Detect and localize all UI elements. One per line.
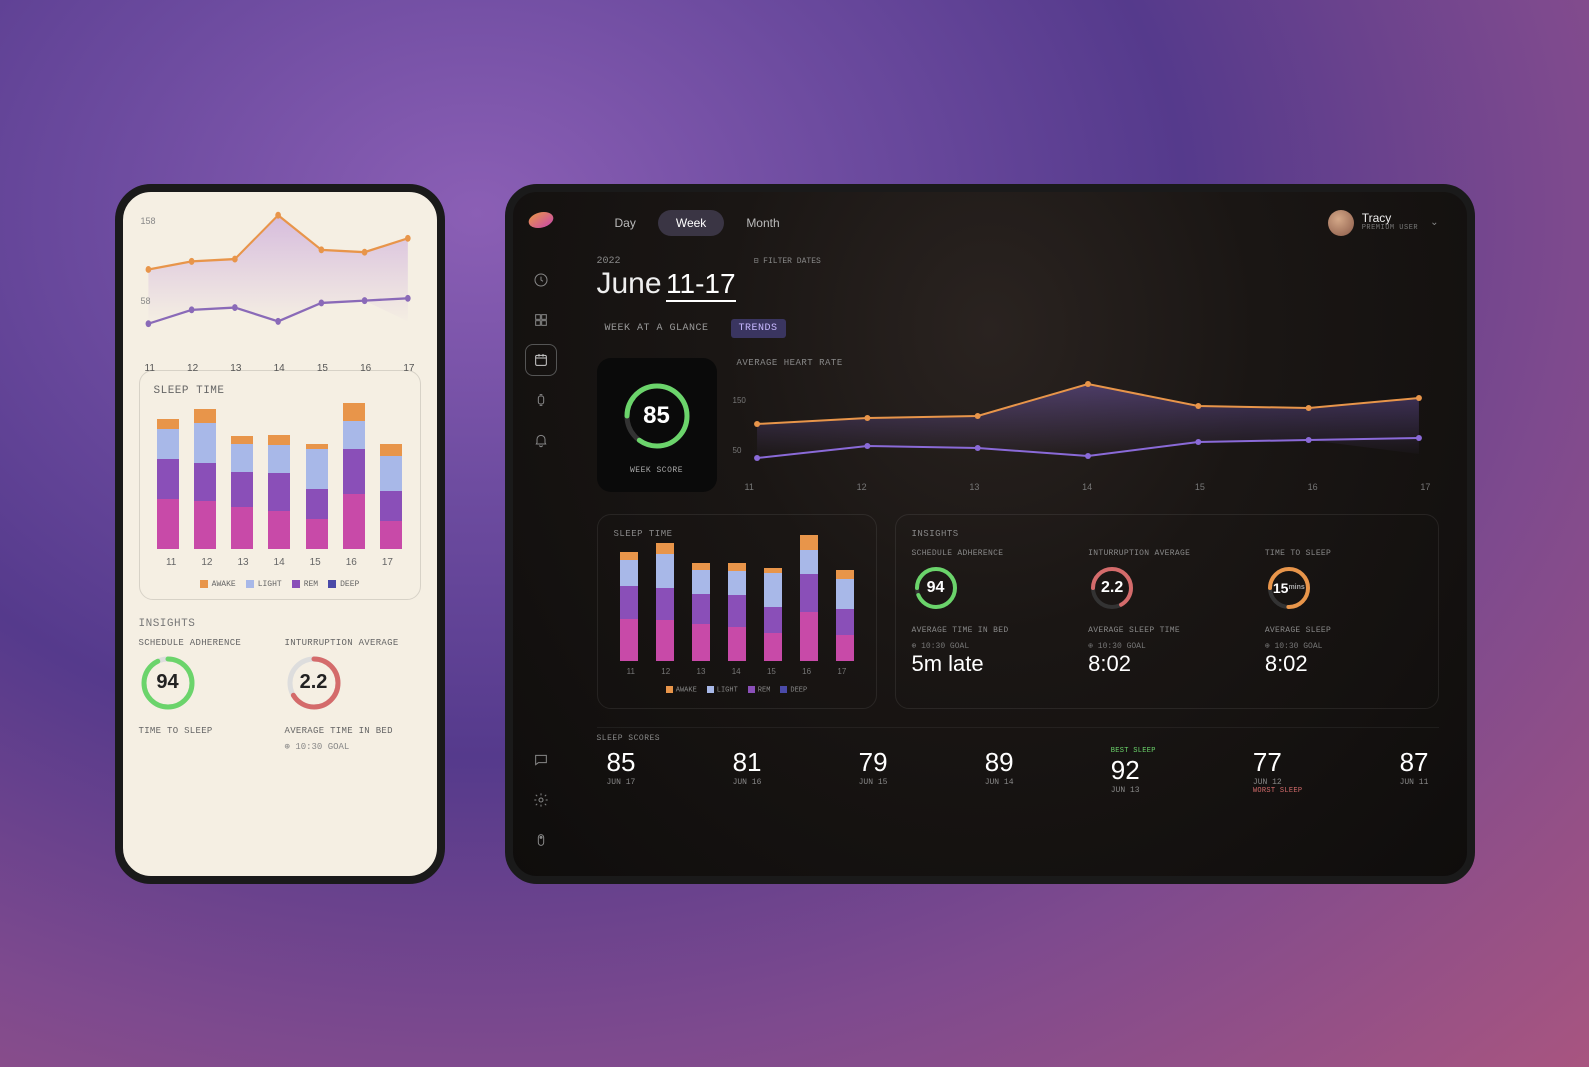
sleep-time-bars <box>154 409 406 549</box>
user-menu[interactable]: Tracy PREMIUM USER ⌄ <box>1328 210 1439 236</box>
subtab-glance[interactable]: WEEK AT A GLANCE <box>597 319 717 338</box>
metric-interruption-avg: INTURRUPTION AVERAGE 2.2 <box>285 638 421 712</box>
grid-icon[interactable] <box>525 304 557 336</box>
phone-heart-rate-chart: 158 58 11 12 13 14 15 16 17 <box>139 206 421 356</box>
bell-icon[interactable] <box>525 424 557 456</box>
tablet-heart-rate-chart: AVERAGE HEART RATE 150 50 <box>737 358 1439 492</box>
watch-icon[interactable] <box>525 384 557 416</box>
x-label: 13 <box>230 363 241 374</box>
clock-icon[interactable] <box>525 264 557 296</box>
metric-schedule-adherence: SCHEDULE ADHERENCE 94 <box>139 638 275 712</box>
sleep-score-item[interactable]: 77JUN 12WORST SLEEP <box>1253 747 1303 795</box>
card-title: SLEEP TIME <box>154 385 406 397</box>
insights-heading: INSIGHTS <box>139 618 421 630</box>
filter-dates-button[interactable]: ⊟ FILTER DATES <box>754 256 821 266</box>
week-score-card: 85 WEEK SCORE <box>597 358 717 492</box>
x-label: 12 <box>187 363 198 374</box>
phone-device: 158 58 11 12 13 14 15 16 17 SLEEP <box>115 184 445 884</box>
y-tick-low: 58 <box>141 296 151 306</box>
x-label: 15 <box>317 363 328 374</box>
metric-avg-time-in-bed: AVERAGE TIME IN BED ⊕ 10:30 GOAL 5m late <box>912 626 1069 677</box>
chat-icon[interactable] <box>525 744 557 776</box>
month-label: June <box>597 267 662 300</box>
power-icon[interactable] <box>525 824 557 856</box>
sleep-score-item[interactable]: 81JUN 16 <box>733 747 762 795</box>
week-score-label: WEEK SCORE <box>630 466 683 475</box>
week-score-value: 85 <box>621 380 693 452</box>
subtab-trends[interactable]: TRENDS <box>731 319 786 338</box>
sleep-score-item[interactable]: 87JUN 11 <box>1400 747 1429 795</box>
sleep-scores-row: SLEEP SCORES 85JUN 1781JUN 1679JUN 1589J… <box>597 727 1439 795</box>
sleep-score-item[interactable]: 85JUN 17 <box>607 747 636 795</box>
sleep-score-item[interactable]: 79JUN 15 <box>859 747 888 795</box>
y-tick-high: 158 <box>141 216 156 226</box>
user-role: PREMIUM USER <box>1362 225 1418 233</box>
period-tabs: Day Week Month <box>597 210 798 236</box>
sidebar <box>513 192 569 876</box>
metric-avg-time-in-bed: AVERAGE TIME IN BED ⊕ 10:30 GOAL <box>285 726 421 752</box>
x-label: 16 <box>360 363 371 374</box>
app-logo-icon <box>526 212 556 228</box>
sleep-score-item[interactable]: BEST SLEEP92JUN 13 <box>1111 747 1156 795</box>
sleep-legend: AWAKE LIGHT REM DEEP <box>154 580 406 589</box>
tablet-sleep-time-card: SLEEP TIME 11 12 13 14 15 16 <box>597 514 877 709</box>
year-label: 2022 <box>597 256 736 267</box>
tablet-insights-card: INSIGHTS SCHEDULE ADHERENCE 94 INTURRUPT… <box>895 514 1439 709</box>
subtabs: WEEK AT A GLANCE TRENDS <box>597 319 1439 338</box>
metric-interruption-avg: INTURRUPTION AVERAGE 2.2 <box>1088 549 1245 612</box>
metric-avg-sleep-time: AVERAGE SLEEP TIME ⊕ 10:30 GOAL 8:02 <box>1088 626 1245 677</box>
sleep-score-item[interactable]: 89JUN 14 <box>985 747 1014 795</box>
tab-month[interactable]: Month <box>728 210 797 236</box>
tab-day[interactable]: Day <box>597 210 654 236</box>
metric-avg-sleep: AVERAGE SLEEP ⊕ 10:30 GOAL 8:02 <box>1265 626 1422 677</box>
calendar-icon[interactable] <box>525 344 557 376</box>
phone-sleep-time-card: SLEEP TIME 11 12 13 14 15 16 17 AWAKE LI… <box>139 370 421 600</box>
x-label: 14 <box>274 363 285 374</box>
x-label: 11 <box>145 363 155 374</box>
topbar: Day Week Month Tracy PREMIUM USER ⌄ <box>597 210 1439 236</box>
day-range[interactable]: 11-17 <box>666 268 736 302</box>
metric-time-to-sleep: TIME TO SLEEP <box>139 726 275 752</box>
metric-time-to-sleep: TIME TO SLEEP 15mins <box>1265 549 1422 612</box>
gear-icon[interactable] <box>525 784 557 816</box>
avatar <box>1328 210 1354 236</box>
metric-schedule-adherence: SCHEDULE ADHERENCE 94 <box>912 549 1069 612</box>
date-selector: 2022 June 11-17 ⊟ FILTER DATES <box>597 256 1439 301</box>
chevron-down-icon: ⌄ <box>1430 217 1438 228</box>
x-label: 17 <box>403 363 414 374</box>
tablet-device: Day Week Month Tracy PREMIUM USER ⌄ 2022… <box>505 184 1475 884</box>
tab-week[interactable]: Week <box>658 210 724 236</box>
